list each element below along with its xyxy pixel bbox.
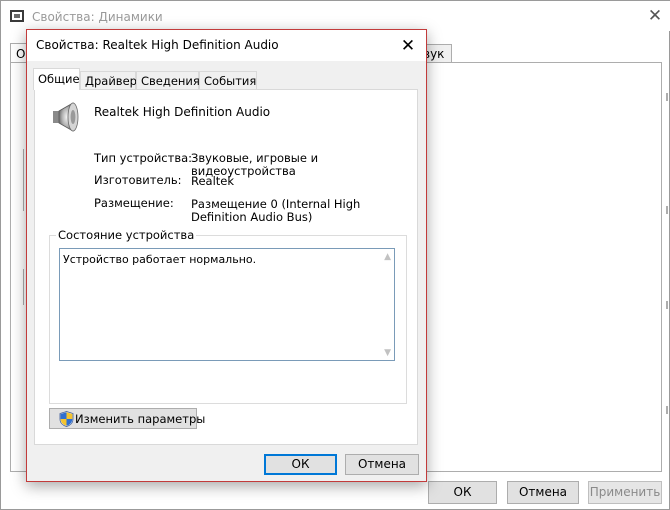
change-settings-label: Изменить параметры <box>75 412 206 426</box>
device-status-legend: Состояние устройства <box>56 228 197 242</box>
background-control-edge <box>666 301 668 309</box>
cancel-button[interactable]: Отмена <box>345 454 419 475</box>
speaker-small-icon <box>10 10 24 22</box>
device-status-group: Состояние устройства Устройство работает… <box>49 228 407 404</box>
background-window-title: Свойства: Динамики <box>32 10 163 24</box>
device-status-text: Устройство работает нормально. <box>63 253 257 266</box>
background-close-icon[interactable]: ✕ <box>641 6 669 28</box>
uac-shield-icon <box>59 411 74 427</box>
device-type-label: Тип устройства: <box>94 151 193 165</box>
tab-general[interactable]: Общие <box>33 68 80 90</box>
general-tab-panel: Realtek High Definition Audio Тип устрой… <box>34 89 418 445</box>
dialog-title: Свойства: Realtek High Definition Audio <box>36 38 279 52</box>
change-settings-button[interactable]: Изменить параметры <box>49 408 205 429</box>
scroll-down-icon[interactable]: ▼ <box>384 348 391 358</box>
close-icon[interactable]: ✕ <box>393 33 423 59</box>
background-control-edge <box>666 406 668 414</box>
speaker-icon <box>53 102 79 132</box>
scroll-up-icon[interactable]: ▲ <box>384 252 391 262</box>
manufacturer-label: Изготовитель: <box>94 173 182 187</box>
manufacturer-value: Realtek <box>191 174 235 188</box>
dialog-titlebar[interactable]: Свойства: Realtek High Definition Audio … <box>27 30 426 61</box>
tab-details[interactable]: Сведения <box>136 71 200 89</box>
tab-driver[interactable]: Драйвер <box>80 71 137 89</box>
location-label: Размещение: <box>94 196 174 210</box>
background-control-edge <box>666 206 668 214</box>
tab-events[interactable]: События <box>199 71 257 89</box>
tab-strip: Общие Драйвер Сведения События <box>33 68 413 90</box>
background-apply-button: Применить <box>588 481 662 504</box>
background-cancel-button[interactable]: Отмена <box>507 481 579 504</box>
device-properties-dialog: Свойства: Realtek High Definition Audio … <box>26 29 427 482</box>
background-control-edge <box>666 93 668 101</box>
location-value: Размещение 0 (Internal High Definition A… <box>191 197 361 224</box>
background-control-edge <box>23 149 24 211</box>
device-name: Realtek High Definition Audio <box>94 105 271 119</box>
background-ok-button[interactable]: ОК <box>428 481 497 504</box>
device-status-textbox[interactable]: Устройство работает нормально. ▲ ▼ <box>59 248 395 361</box>
background-control-edge <box>23 269 24 305</box>
background-titlebar[interactable]: Свойства: Динамики ✕ <box>1 1 670 31</box>
ok-button[interactable]: ОК <box>264 454 337 475</box>
